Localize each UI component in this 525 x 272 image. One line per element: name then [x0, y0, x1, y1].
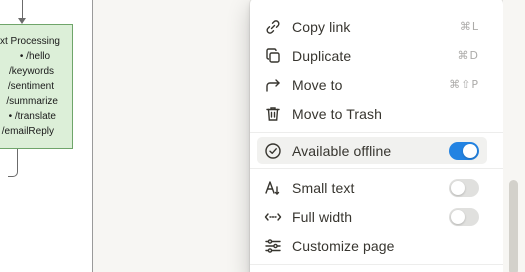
available-offline-item[interactable]: Available offline: [257, 137, 487, 164]
move-to-shortcut: ⌘⇧P: [449, 78, 479, 91]
sliders-icon: [263, 236, 283, 256]
diagram-canvas: xt Processing • /hello /keywords /sentim…: [0, 0, 93, 272]
move-to-label: Move to: [292, 76, 343, 93]
node-line-keywords: /keywords: [8, 66, 54, 77]
move-arrow-icon: [263, 75, 283, 95]
full-width-label: Full width: [292, 208, 353, 225]
small-text-toggle[interactable]: [449, 178, 479, 197]
small-text-label: Small text: [292, 179, 355, 196]
node-line-summarize: /summarize: [6, 96, 58, 107]
move-to-trash-item[interactable]: Move to Trash: [257, 100, 487, 127]
scrollbar-thumb[interactable]: [509, 180, 518, 272]
duplicate-item[interactable]: Duplicate ⌘D: [257, 42, 487, 69]
copy-link-shortcut: ⌘L: [459, 20, 479, 33]
small-text-icon: [263, 178, 283, 198]
flow-connector-line: [22, 0, 23, 19]
duplicate-label: Duplicate: [292, 47, 352, 64]
node-line-emailreply: /emailReply: [1, 126, 54, 137]
copy-link-label: Copy link: [292, 18, 351, 35]
duplicate-icon: [263, 46, 283, 66]
toggle-knob: [451, 209, 465, 224]
node-line-translate: • /translate: [8, 111, 56, 122]
small-text-item[interactable]: Small text: [257, 174, 487, 201]
full-width-toggle[interactable]: [449, 207, 479, 226]
check-circle-icon: [263, 141, 283, 161]
toggle-knob: [463, 143, 477, 158]
available-offline-toggle[interactable]: [449, 141, 479, 160]
link-icon: [263, 17, 283, 37]
customize-page-label: Customize page: [292, 237, 395, 254]
move-to-item[interactable]: Move to ⌘⇧P: [257, 71, 487, 98]
trash-icon: [263, 104, 283, 124]
flow-connector-elbow: [8, 149, 18, 177]
node-line-sentiment: /sentiment: [7, 81, 54, 92]
toggle-knob: [451, 180, 465, 195]
node-line-hello: • /hello: [19, 51, 51, 62]
customize-page-item[interactable]: Customize page: [257, 232, 487, 259]
menu-divider: [250, 168, 503, 169]
move-to-trash-label: Move to Trash: [292, 105, 383, 122]
duplicate-shortcut: ⌘D: [457, 49, 479, 62]
node-title: xt Processing: [0, 36, 60, 47]
full-width-item[interactable]: Full width: [257, 203, 487, 230]
copy-link-item[interactable]: Copy link ⌘L: [257, 13, 487, 40]
menu-divider: [250, 132, 503, 133]
menu-divider: [250, 264, 503, 265]
full-width-icon: [263, 207, 283, 227]
available-offline-label: Available offline: [292, 142, 392, 159]
text-processing-node: xt Processing • /hello /keywords /sentim…: [0, 24, 73, 149]
